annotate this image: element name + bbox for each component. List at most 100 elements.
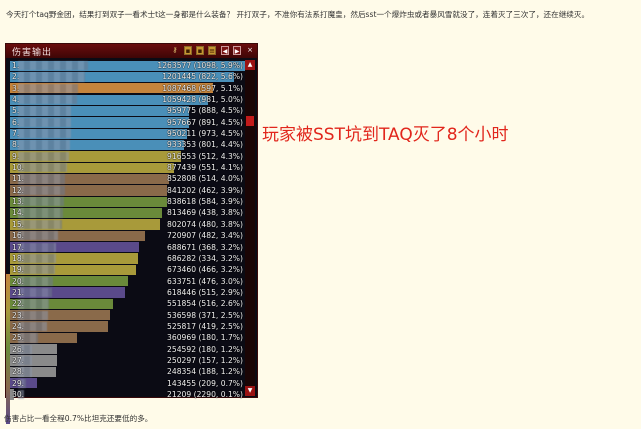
row-rank: 27. [12, 355, 25, 365]
meter-row[interactable]: 28. 248354 (188, 1.2%) [10, 366, 246, 378]
meter-row[interactable]: 22. 551854 (516, 2.6%) [10, 298, 246, 310]
row-rank: 18. [12, 253, 25, 263]
row-value: 838618 (584, 3.9%) [167, 197, 243, 207]
meter-row[interactable]: 3. 1087468 (597, 5.1%) [10, 83, 246, 94]
key-icon[interactable]: ⚷ [168, 46, 182, 55]
meter-row[interactable]: 10. 877439 (551, 4.1%) [10, 162, 246, 173]
row-value: 877439 (551, 4.1%) [167, 163, 243, 173]
row-rank: 14. [12, 208, 25, 218]
side-strip [6, 274, 10, 424]
row-rank: 1. [12, 61, 20, 70]
row-value: 143455 (209, 0.7%) [167, 378, 243, 388]
blurred-player-name [18, 129, 71, 139]
row-value: 686282 (334, 3.2%) [167, 253, 243, 263]
row-rank: 24. [12, 321, 25, 331]
meter-row[interactable]: 21. 618446 (515, 2.9%) [10, 287, 246, 298]
meter-row[interactable]: 16. 720907 (482, 3.4%) [10, 230, 246, 241]
blurred-player-name [18, 140, 70, 150]
meter-scrollbar[interactable]: ▲ ▼ [245, 60, 255, 396]
row-value: 852808 (514, 4.0%) [167, 174, 243, 184]
row-rank: 7. [12, 129, 20, 139]
meter-row[interactable]: 5. 959775 (888, 4.5%) [10, 105, 246, 117]
meter-row[interactable]: 15. 802074 (480, 3.8%) [10, 219, 246, 230]
meter-row[interactable]: 25. 360969 (180, 1.7%) [10, 332, 246, 344]
meter-row[interactable]: 13. 838618 (584, 3.9%) [10, 196, 246, 207]
row-rank: 19. [12, 265, 25, 275]
row-rank: 30. [12, 389, 25, 399]
blurred-player-name [18, 208, 63, 218]
row-value: 720907 (482, 3.4%) [167, 231, 243, 241]
row-rank: 12. [12, 185, 25, 195]
row-value: 250297 (157, 1.2%) [167, 355, 243, 365]
damage-meter-window[interactable]: 伤害输出 ⚷ ▪ ▪ ≡ ◀ ▶ × 1. 1263577 (1098, 5.9%… [5, 43, 258, 424]
row-rank: 20. [12, 276, 25, 286]
meter-row[interactable]: 23. 536598 (371, 2.5%) [10, 310, 246, 321]
row-value: 525817 (419, 2.5%) [167, 321, 243, 331]
meter-row[interactable]: 4. 1059428 (981, 5.0%) [10, 94, 246, 105]
meter-row[interactable]: 14. 813469 (438, 3.8%) [10, 207, 246, 219]
row-rank: 16. [12, 231, 25, 241]
list-icon[interactable]: ≡ [208, 46, 216, 55]
row-value: 1263577 (1098, 5.9%) [157, 61, 243, 70]
overlay-caption: 玩家被SST坑到TAQ灭了8个小时 [262, 125, 509, 145]
meter-row[interactable]: 19. 673460 (466, 3.2%) [10, 264, 246, 275]
blurred-player-name [18, 185, 65, 196]
meter-row[interactable]: 24. 525817 (419, 2.5%) [10, 321, 246, 332]
row-value: 673460 (466, 3.2%) [167, 265, 243, 275]
report-icon[interactable]: ▪ [184, 46, 192, 55]
meter-row[interactable]: 1. 1263577 (1098, 5.9%) [10, 60, 246, 71]
blurred-player-name [18, 72, 85, 82]
meter-row[interactable]: 30. 21209 (2290, 0.1%) [10, 389, 246, 400]
blurred-player-name [18, 174, 65, 184]
blurred-player-name [18, 106, 71, 116]
meter-row[interactable]: 18. 686282 (334, 3.2%) [10, 253, 246, 264]
row-value: 1201445 (822, 5.6%) [162, 72, 243, 82]
row-rank: 29. [12, 378, 25, 388]
blurred-player-name [18, 219, 62, 230]
row-value: 536598 (371, 2.5%) [167, 310, 243, 320]
meter-row[interactable]: 2. 1201445 (822, 5.6%) [10, 71, 246, 83]
meter-row[interactable]: 7. 950211 (973, 4.5%) [10, 128, 246, 139]
copy-icon[interactable]: ▪ [196, 46, 204, 55]
blurred-player-name [18, 117, 71, 128]
row-value: 802074 (480, 3.8%) [167, 219, 243, 229]
row-rank: 2. [12, 72, 20, 82]
row-value: 551854 (516, 2.6%) [167, 299, 243, 309]
row-value: 688671 (368, 3.2%) [167, 242, 243, 252]
row-rank: 17. [12, 242, 25, 252]
row-rank: 23. [12, 310, 25, 320]
meter-row[interactable]: 9. 916553 (512, 4.3%) [10, 151, 246, 162]
blurred-player-name [18, 83, 78, 93]
meter-row[interactable]: 20. 633751 (476, 3.0%) [10, 276, 246, 287]
meter-row[interactable]: 17. 688671 (368, 3.2%) [10, 242, 246, 253]
meter-row[interactable]: 29. 143455 (209, 0.7%) [10, 378, 246, 389]
row-value: 813469 (438, 3.8%) [167, 208, 243, 218]
row-rank: 6. [12, 117, 20, 127]
left-arrow-icon[interactable]: ◀ [221, 46, 229, 55]
row-value: 618446 (515, 2.9%) [167, 287, 243, 297]
meter-row[interactable]: 8. 933353 (801, 4.4%) [10, 139, 246, 151]
meter-row[interactable]: 27. 250297 (157, 1.2%) [10, 355, 246, 366]
meter-title-bar[interactable]: 伤害输出 ⚷ ▪ ▪ ≡ ◀ ▶ × [6, 44, 257, 58]
scroll-down-icon[interactable]: ▼ [245, 386, 255, 396]
blurred-player-name [18, 163, 67, 173]
blurred-player-name [18, 61, 88, 71]
row-value: 950211 (973, 4.5%) [167, 129, 243, 139]
right-arrow-icon[interactable]: ▶ [233, 46, 241, 55]
row-value: 933353 (801, 4.4%) [167, 140, 243, 150]
row-value: 841202 (462, 3.9%) [167, 185, 243, 195]
scroll-up-icon[interactable]: ▲ [245, 60, 255, 70]
scroll-thumb[interactable] [246, 116, 254, 126]
row-value: 959775 (888, 4.5%) [167, 106, 243, 116]
blurred-player-name [18, 95, 77, 105]
row-value: 254592 (180, 1.2%) [167, 344, 243, 354]
meter-row[interactable]: 26. 254592 (180, 1.2%) [10, 344, 246, 355]
meter-row[interactable]: 12. 841202 (462, 3.9%) [10, 185, 246, 196]
meter-row[interactable]: 6. 957667 (891, 4.5%) [10, 117, 246, 128]
blurred-player-name [18, 197, 64, 207]
meter-row[interactable]: 11. 852808 (514, 4.0%) [10, 173, 246, 185]
post-top-text: 今天打个taq野金团，结果打到双子一看术士t这一身都是什么装备？ 开打双子，不准… [6, 10, 590, 19]
row-rank: 8. [12, 140, 20, 150]
close-icon[interactable]: × [246, 46, 254, 55]
row-rank: 28. [12, 367, 25, 377]
